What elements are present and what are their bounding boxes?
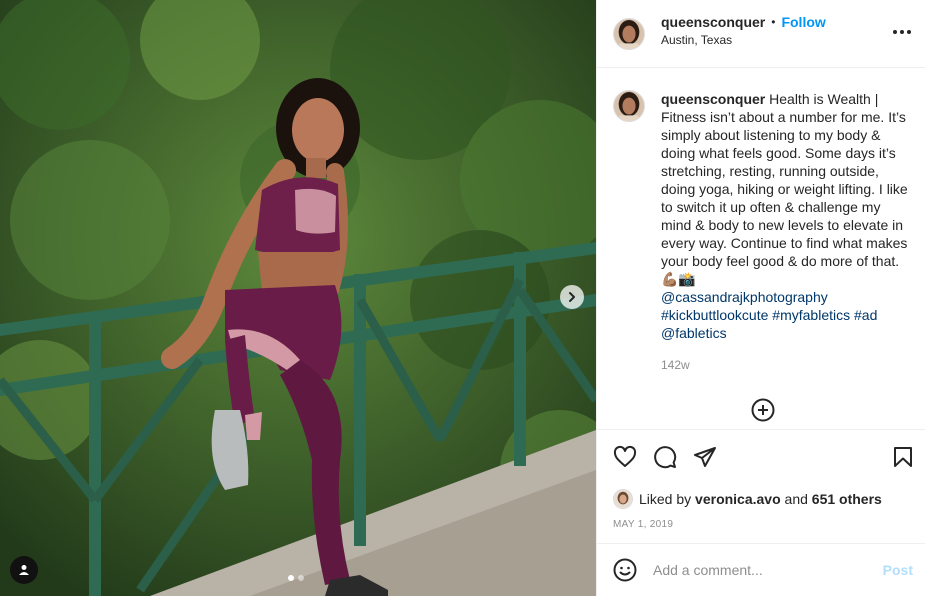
- mention-link[interactable]: @cassandrajkphotography: [661, 289, 828, 305]
- header-line: queensconquer • Follow: [661, 14, 826, 30]
- comment-input[interactable]: [653, 562, 883, 578]
- emoji-icon[interactable]: [613, 558, 637, 582]
- caption-text: queensconquer Health is Wealth | Fitness…: [661, 90, 909, 374]
- carousel-indicator: [288, 575, 304, 581]
- header-text: queensconquer • Follow Austin, Texas: [661, 14, 826, 47]
- likes-prefix: Liked by: [639, 491, 692, 507]
- load-more-comments-icon[interactable]: [751, 398, 775, 422]
- liker-picture: [614, 490, 632, 508]
- hashtag-link[interactable]: #kickbuttlookcute: [661, 307, 768, 323]
- send-icon: [694, 446, 716, 467]
- share-button[interactable]: [693, 445, 717, 469]
- hashtag-link[interactable]: #myfabletics: [772, 307, 850, 323]
- user-icon: [19, 565, 29, 575]
- caption-time[interactable]: 142w: [661, 356, 909, 374]
- more-dot: [893, 30, 897, 34]
- carousel-dot-1: [288, 575, 294, 581]
- caption-avatar[interactable]: [613, 90, 645, 122]
- post-side-panel: queensconquer • Follow Austin, Texas que…: [596, 0, 925, 596]
- username-link[interactable]: queensconquer: [661, 14, 765, 30]
- instagram-post: queensconquer • Follow Austin, Texas que…: [0, 0, 925, 596]
- likes-others-link[interactable]: 651 others: [812, 491, 882, 507]
- post-comment-button[interactable]: Post: [883, 562, 913, 578]
- like-button[interactable]: [613, 445, 637, 469]
- comment-button[interactable]: [653, 445, 677, 469]
- post-header: queensconquer • Follow Austin, Texas: [597, 0, 925, 68]
- save-button[interactable]: [891, 445, 915, 469]
- mention-link[interactable]: @fabletics: [661, 325, 727, 341]
- profile-picture: [614, 18, 644, 49]
- caption-body: Health is Wealth | Fitness isn’t about a…: [661, 91, 908, 287]
- liker-avatar[interactable]: [613, 489, 633, 509]
- likes-conjunction: and: [784, 491, 808, 507]
- likes-summary: Liked by veronica.avo and 651 others: [597, 485, 925, 513]
- location-link[interactable]: Austin, Texas: [661, 33, 826, 47]
- more-options-icon[interactable]: [893, 30, 911, 34]
- follow-button[interactable]: Follow: [781, 14, 825, 30]
- next-photo-button[interactable]: [560, 285, 584, 309]
- more-dot: [900, 30, 904, 34]
- post-photo[interactable]: [0, 0, 596, 596]
- hashtag-link[interactable]: #ad: [854, 307, 877, 323]
- bookmark-icon: [894, 447, 912, 467]
- action-bar: [597, 429, 925, 483]
- caption-area: queensconquer Health is Wealth | Fitness…: [597, 68, 925, 429]
- more-dot: [907, 30, 911, 34]
- liker-username[interactable]: veronica.avo: [695, 491, 781, 507]
- post-date[interactable]: MAY 1, 2019: [597, 519, 925, 541]
- carousel-dot-2: [298, 575, 304, 581]
- comment-bar: Post: [597, 543, 925, 596]
- heart-icon: [613, 445, 637, 467]
- separator: •: [771, 15, 776, 29]
- avatar[interactable]: [613, 17, 645, 50]
- profile-picture: [614, 91, 644, 121]
- caption-username[interactable]: queensconquer: [661, 91, 765, 107]
- tagged-users-button[interactable]: [10, 556, 38, 584]
- comment-icon: [654, 445, 677, 468]
- caption-row: queensconquer Health is Wealth | Fitness…: [613, 90, 909, 374]
- chevron-right-icon: [569, 292, 575, 302]
- photo-scene: [0, 0, 596, 596]
